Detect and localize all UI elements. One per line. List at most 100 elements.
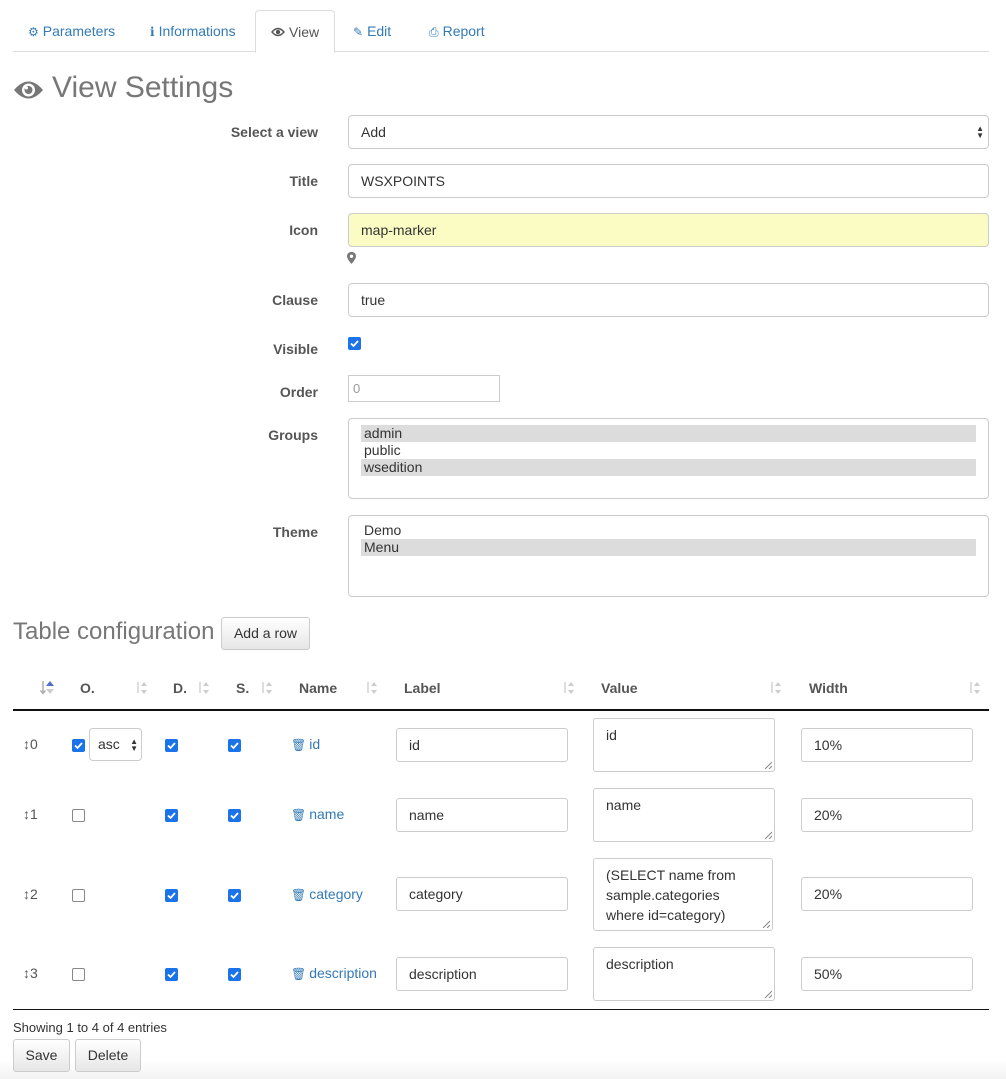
resize-grip-icon[interactable] [764,990,772,998]
table-header-divider [13,709,989,711]
row-label-input[interactable]: category [396,877,568,911]
row-o-checkbox[interactable] [72,889,85,902]
groups-listbox[interactable]: admin public wsedition [348,418,989,499]
row-value-textarea[interactable]: (SELECT name from sample.categories wher… [593,858,773,931]
select-view-value: Add [361,124,386,140]
eye-icon [271,12,285,54]
theme-label: Theme [272,524,318,540]
row-d-checkbox[interactable] [165,968,178,981]
col-header-o[interactable]: O. [80,680,95,696]
row-d-checkbox[interactable] [165,889,178,902]
tab-report[interactable]: ⎙ Report [414,10,500,52]
row-index: 0 [30,736,38,752]
row-drag-handle[interactable]: ↕2 [23,886,38,902]
row-s-checkbox[interactable] [228,809,241,822]
sort-icon[interactable] [770,681,782,695]
groups-option[interactable]: public [361,442,976,459]
col-header-name[interactable]: Name [299,680,337,696]
tab-edit[interactable]: ✎ Edit [338,10,406,52]
row-width-input[interactable]: 10% [801,728,973,762]
title-input[interactable]: WSXPOINTS [348,164,989,198]
select-view-dropdown[interactable]: Add ▲ ▼ [348,115,989,149]
row-width-input[interactable]: 20% [801,877,973,911]
sort-asc-icon [39,681,54,695]
sort-icon[interactable] [366,681,378,695]
trash-icon[interactable]: 🗑 [291,888,306,902]
row-value-textarea[interactable]: name [593,788,775,842]
tab-bar: ⚙ Parameters i Informations View ✎ Edit ⎙ Re… [13,10,989,53]
row-index: 3 [30,965,38,981]
row-name-link[interactable]: 🗑 description [291,965,377,981]
theme-option[interactable]: Demo [361,522,976,539]
row-width-input[interactable]: 20% [801,798,973,832]
row-name-link[interactable]: 🗑 name [291,806,344,822]
tab-edit-label: Edit [367,23,392,39]
row-value: name [606,797,642,813]
print-icon: ⎙ [429,25,439,39]
tab-informations[interactable]: i Informations [135,10,251,52]
visible-checkbox[interactable] [348,337,361,350]
sort-icon[interactable] [563,681,575,695]
clause-input[interactable]: true [348,283,989,317]
row-s-checkbox[interactable] [228,889,241,902]
row-drag-handle[interactable]: ↕3 [23,965,38,981]
tab-parameters[interactable]: ⚙ Parameters [13,10,130,52]
row-label-input[interactable]: name [396,798,568,832]
row-d-checkbox[interactable] [165,739,178,752]
icon-input[interactable]: map-marker [348,213,989,247]
row-value-textarea[interactable]: description [593,947,775,1001]
select-arrows-icon: ▲ ▼ [976,124,984,140]
row-value: description [606,956,674,972]
sort-icon[interactable] [136,681,148,695]
row-value: id [606,727,617,743]
sort-icon[interactable] [969,681,981,695]
sort-direction-select[interactable]: asc ▲ ▼ [89,728,142,761]
row-d-checkbox[interactable] [165,809,178,822]
trash-icon[interactable]: 🗑 [291,967,306,981]
tab-parameters-label: Parameters [42,23,116,39]
groups-option[interactable]: wsedition [361,459,976,476]
table-footer-divider [13,1009,989,1010]
row-name-link[interactable]: 🗑 category [291,886,363,902]
add-row-button[interactable]: Add a row [221,617,310,650]
icon-label: Icon [289,222,318,238]
col-header-d[interactable]: D. [173,680,187,696]
row-o-checkbox[interactable] [72,809,85,822]
col-header-value[interactable]: Value [601,680,638,696]
col-header-order[interactable] [39,680,56,698]
row-s-checkbox[interactable] [228,968,241,981]
groups-label: Groups [268,427,318,443]
map-marker-icon [347,251,356,267]
col-header-width[interactable]: Width [809,680,848,696]
tab-view[interactable]: View [255,10,335,53]
row-width-input[interactable]: 50% [801,957,973,991]
row-label-input[interactable]: description [396,957,568,991]
row-s-checkbox[interactable] [228,739,241,752]
theme-listbox[interactable]: Demo Menu [348,515,989,597]
sort-icon[interactable] [198,681,210,695]
resize-grip-icon[interactable] [764,761,772,769]
row-value-textarea[interactable]: id [593,718,775,772]
groups-option[interactable]: admin [361,425,976,442]
sort-icon[interactable] [261,681,273,695]
trash-icon[interactable]: 🗑 [291,808,306,822]
title-label: Title [289,173,318,189]
save-button[interactable]: Save [13,1039,70,1072]
row-name-link[interactable]: 🗑 id [291,736,320,752]
order-input[interactable]: 0 [348,375,500,402]
col-header-s[interactable]: S. [236,680,249,696]
delete-button[interactable]: Delete [75,1039,141,1072]
row-o-checkbox[interactable] [72,968,85,981]
table-info: Showing 1 to 4 of 4 entries [13,1020,167,1035]
tab-view-label: View [289,24,320,40]
col-header-label[interactable]: Label [404,680,441,696]
resize-grip-icon[interactable] [762,920,770,928]
theme-option[interactable]: Menu [361,539,976,556]
row-o-checkbox[interactable] [72,739,85,752]
row-label-input[interactable]: id [396,728,568,762]
trash-icon[interactable]: 🗑 [291,738,306,752]
row-name: description [309,965,377,981]
row-drag-handle[interactable]: ↕0 [23,736,38,752]
row-drag-handle[interactable]: ↕1 [23,806,38,822]
resize-grip-icon[interactable] [764,831,772,839]
